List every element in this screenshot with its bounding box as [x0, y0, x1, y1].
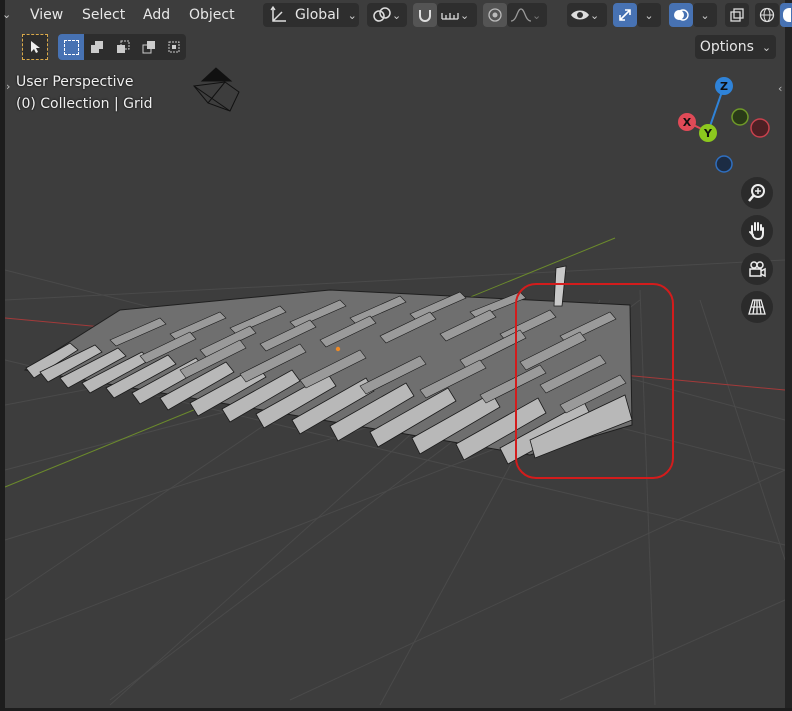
proportional-edit-icon [488, 8, 502, 22]
xray-icon [730, 8, 744, 22]
falloff-curve-icon [510, 8, 532, 22]
menu-add[interactable]: Add [141, 5, 172, 25]
toolbar-expand-arrow-icon[interactable]: › [6, 80, 10, 93]
snap-toggle[interactable] [413, 3, 437, 27]
viewport-header: ⌄ View Select Add Object Global ⌄ ⌄ ⌄ ⌄ … [0, 0, 792, 30]
options-label: Options [699, 39, 754, 55]
gizmo-dropdown[interactable]: ⌄ [637, 3, 661, 27]
orientation-label: Global [295, 7, 340, 23]
navigation-gizmo[interactable]: Z X Y [670, 72, 780, 182]
select-tool-button[interactable] [22, 34, 48, 60]
transform-orientation-dropdown[interactable]: Global ⌄ [263, 3, 359, 27]
camera-icon [749, 261, 766, 278]
snap-increment-icon [441, 13, 459, 20]
select-mode-intersect[interactable] [162, 34, 186, 60]
xray-toggle[interactable] [725, 3, 749, 27]
select-box-icon [63, 39, 79, 55]
overlays-dropdown[interactable]: ⌄ [693, 3, 717, 27]
proportional-edit-toggle[interactable] [483, 3, 507, 27]
magnet-icon [419, 10, 431, 22]
menu-view[interactable]: View [28, 5, 65, 25]
select-intersect-icon [168, 41, 180, 53]
gizmo-toggle[interactable] [613, 3, 637, 27]
camera-object[interactable] [193, 67, 240, 112]
camera-view-button[interactable] [741, 253, 773, 285]
wireframe-shading-button[interactable] [755, 3, 779, 27]
zoom-magnifier-icon [748, 184, 765, 202]
overlays-toggle[interactable] [669, 3, 693, 27]
perspective-toggle-button[interactable] [741, 291, 773, 323]
wireframe-sphere-icon [759, 7, 775, 23]
pivot-point-dropdown[interactable]: ⌄ [367, 3, 407, 27]
select-mode-extend[interactable] [84, 34, 110, 60]
hand-icon [749, 222, 764, 241]
menu-select[interactable]: Select [80, 5, 127, 25]
grid-object[interactable] [23, 265, 633, 465]
select-invert-icon [142, 41, 155, 54]
gizmo-x-label: X [683, 116, 692, 129]
orientation-axes-icon [270, 6, 286, 22]
perspective-grid-icon [748, 299, 766, 315]
overlays-icon [674, 9, 689, 21]
pivot-link-icon [373, 7, 391, 22]
right-region-border [785, 0, 792, 711]
gizmo-z-label: Z [720, 80, 728, 93]
select-mode-subtract[interactable] [110, 34, 136, 60]
select-mode-invert[interactable] [136, 34, 162, 60]
cursor-arrow-icon [31, 41, 40, 53]
eye-icon [571, 10, 589, 20]
falloff-dropdown[interactable]: ⌄ [507, 3, 547, 27]
solid-shading-button[interactable] [780, 3, 792, 27]
menu-object[interactable]: Object [187, 5, 237, 25]
select-extend-icon [91, 41, 103, 53]
left-region-border [0, 0, 5, 711]
view-name-label: User Perspective [16, 74, 134, 90]
pan-button[interactable] [741, 215, 773, 247]
solid-sphere-icon [783, 8, 791, 22]
gizmo-arrows-icon [619, 9, 631, 21]
zoom-button[interactable] [741, 177, 773, 209]
gizmo-y-label: Y [703, 127, 713, 140]
visibility-dropdown[interactable]: ⌄ [567, 3, 607, 27]
collection-info-label: (0) Collection | Grid [16, 96, 153, 112]
editor-type-chevron-icon[interactable]: ⌄ [2, 8, 11, 21]
select-subtract-icon [117, 40, 130, 53]
select-box-mode-new[interactable] [58, 34, 84, 60]
options-dropdown[interactable]: Options ⌄ [695, 35, 776, 59]
snap-target-dropdown[interactable]: ⌄ [437, 3, 477, 27]
options-chevron-icon: ⌄ [761, 40, 772, 54]
